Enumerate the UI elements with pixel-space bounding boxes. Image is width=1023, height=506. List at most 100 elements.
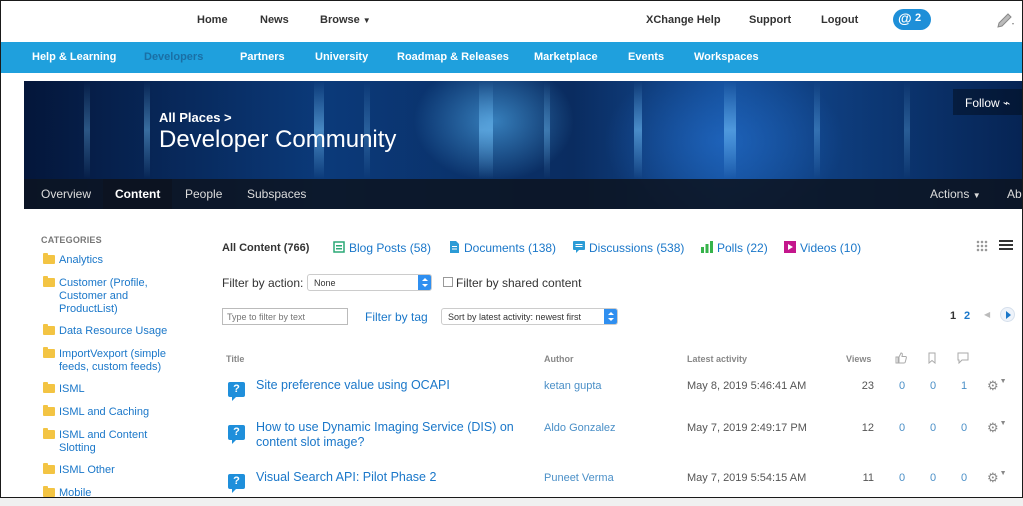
question-icon: ? (228, 425, 245, 445)
folder-icon (43, 253, 55, 264)
row-author[interactable]: Puneet Verma (544, 472, 614, 484)
page-1: 1 (950, 310, 957, 322)
category-label: ISML (59, 383, 85, 395)
tab-videos[interactable]: Videos (10) (784, 241, 861, 255)
category-label: Data Resource Usage (59, 325, 168, 337)
filter-action-select[interactable]: None (307, 274, 432, 291)
tab-overview[interactable]: Overview (41, 187, 91, 201)
category-item[interactable]: ISML and Content Slotting (43, 428, 173, 455)
nav-events[interactable]: Events (628, 51, 664, 63)
actions-menu[interactable]: Actions ▼ (930, 187, 981, 201)
tab-discussions[interactable]: Discussions (538) (573, 241, 685, 255)
filter-shared-checkbox[interactable] (443, 277, 453, 287)
banner-streak (144, 81, 150, 179)
folder-icon (43, 382, 55, 393)
folder-icon (43, 324, 55, 335)
primary-nav-bar: Help & Learning Developers Partners Univ… (1, 42, 1022, 73)
question-icon: ? (228, 382, 245, 402)
prev-page-icon: ◀ (984, 310, 991, 319)
list-view-icon[interactable] (999, 240, 1013, 252)
nav-university[interactable]: University (315, 51, 368, 63)
bookmark-icon (928, 352, 936, 364)
row-title[interactable]: Visual Search API: Pilot Phase 2 (256, 470, 531, 485)
page-2[interactable]: 2 (964, 310, 970, 322)
nav-logout[interactable]: Logout (821, 14, 858, 26)
next-page-icon[interactable] (1000, 307, 1015, 322)
nav-marketplace[interactable]: Marketplace (534, 51, 598, 63)
row-date: May 8, 2019 5:46:41 AM (687, 380, 807, 392)
blog-icon (333, 241, 345, 253)
browser-frame: Home News Browse ▼ XChange Help Support L… (0, 0, 1023, 498)
category-item[interactable]: ImportVexport (simple feeds, custom feed… (43, 347, 173, 374)
tab-people[interactable]: People (185, 187, 222, 201)
row-title[interactable]: How to use Dynamic Imaging Service (DIS)… (256, 420, 531, 450)
nav-xchange-help[interactable]: XChange Help (646, 14, 721, 26)
row-views: 12 (861, 422, 874, 434)
gear-icon[interactable]: ⚙▼ (987, 420, 1007, 435)
folder-icon (43, 486, 55, 497)
discussions-label: Discussions (538) (589, 241, 685, 255)
sort-select[interactable]: Sort by latest activity: newest first (441, 308, 618, 325)
follow-text: Follow (965, 96, 1000, 110)
grid-view-icon[interactable] (976, 240, 988, 252)
nav-roadmap-releases[interactable]: Roadmap & Releases (397, 51, 509, 63)
filter-text-input[interactable] (222, 308, 348, 325)
poll-icon (701, 241, 713, 253)
banner-streak (814, 81, 820, 179)
banner-streak (479, 81, 493, 179)
folder-icon (43, 428, 55, 439)
documents-label: Documents (138) (464, 241, 557, 255)
category-label: ImportVexport (simple feeds, custom feed… (59, 348, 166, 373)
nav-news[interactable]: News (260, 14, 289, 26)
select-arrows-icon (418, 275, 431, 290)
window-bottom-strip (0, 498, 1023, 506)
video-icon (784, 241, 796, 253)
tab-documents[interactable]: Documents (138) (450, 241, 557, 255)
nav-help-learning[interactable]: Help & Learning (32, 51, 116, 63)
tab-all-content[interactable]: All Content (766) (222, 242, 309, 254)
banner-streak (634, 81, 642, 179)
category-item[interactable]: Data Resource Usage (43, 324, 173, 338)
col-author[interactable]: Author (544, 354, 574, 364)
category-item[interactable]: ISML Other (43, 463, 173, 477)
col-title[interactable]: Title (226, 354, 244, 364)
tab-content[interactable]: Content (103, 179, 173, 209)
col-views[interactable]: Views (846, 354, 871, 364)
category-item[interactable]: Customer (Profile, Customer and ProductL… (43, 276, 173, 316)
polls-label: Polls (22) (717, 241, 768, 255)
category-label: Analytics (59, 254, 104, 266)
pencil-icon[interactable] (995, 11, 1015, 31)
sort-value: Sort by latest activity: newest first (448, 312, 582, 322)
category-item[interactable]: ISML and Caching (43, 405, 173, 419)
col-latest-activity[interactable]: Latest activity (687, 354, 747, 364)
follow-button[interactable]: Follow ⌁ (953, 89, 1022, 115)
nav-developers[interactable]: Developers (144, 51, 203, 63)
tab-subspaces[interactable]: Subspaces (247, 187, 306, 201)
nav-partners[interactable]: Partners (240, 51, 285, 63)
nav-workspaces[interactable]: Workspaces (694, 51, 759, 63)
row-author[interactable]: Aldo Gonzalez (544, 422, 616, 434)
nav-browse[interactable]: Browse ▼ (320, 14, 371, 26)
breadcrumb[interactable]: All Places > (159, 110, 232, 125)
category-item[interactable]: ISML (43, 382, 173, 396)
follow-label: Follow ⌁ (965, 96, 1010, 110)
nav-browse-label: Browse (320, 14, 360, 26)
comment-icon (957, 352, 969, 364)
gear-icon[interactable]: ⚙▼ (987, 470, 1007, 485)
category-item[interactable]: Mobile (43, 486, 173, 497)
blog-posts-label: Blog Posts (58) (349, 241, 432, 255)
row-title[interactable]: Site preference value using OCAPI (256, 378, 531, 393)
row-bookmarks: 0 (929, 422, 937, 434)
filter-tag-link[interactable]: Filter by tag (365, 310, 428, 324)
row-date: May 7, 2019 2:49:17 PM (687, 422, 807, 434)
tab-polls[interactable]: Polls (22) (701, 241, 768, 255)
tab-blog-posts[interactable]: Blog Posts (58) (333, 241, 432, 255)
row-date: May 7, 2019 5:54:15 AM (687, 472, 807, 484)
nav-support[interactable]: Support (749, 14, 791, 26)
gear-icon[interactable]: ⚙▼ (987, 378, 1007, 393)
row-author[interactable]: ketan gupta (544, 380, 602, 392)
mentions-badge[interactable]: @ 2 (893, 9, 931, 30)
tab-about[interactable]: Ab (1007, 187, 1022, 201)
category-item[interactable]: Analytics (43, 253, 173, 267)
nav-home[interactable]: Home (197, 14, 228, 26)
